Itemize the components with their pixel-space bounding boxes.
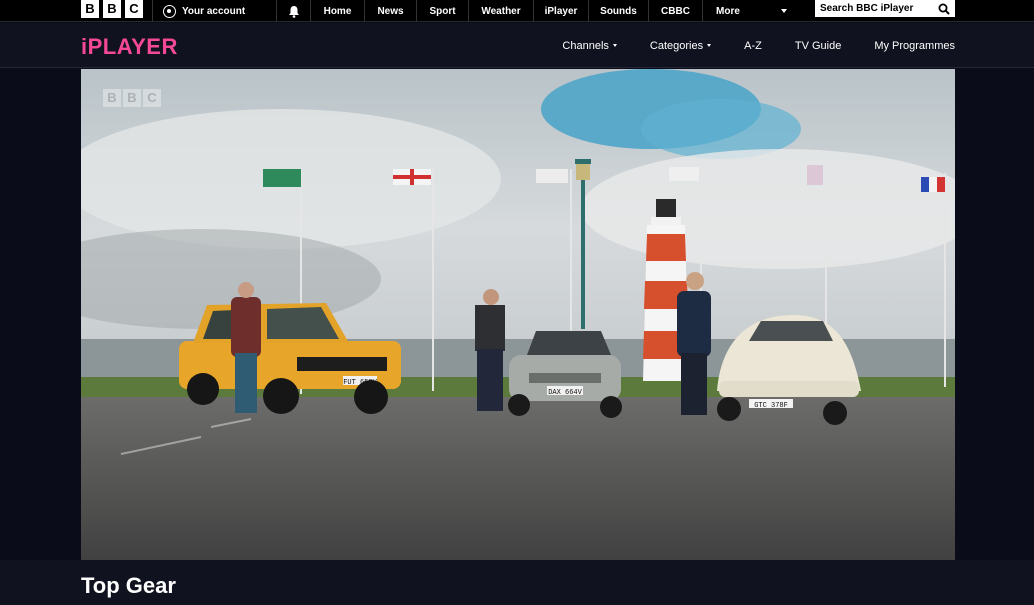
watermark-letter: B — [123, 89, 141, 107]
account-label: Your account — [182, 5, 246, 17]
categories-label: Categories — [649, 39, 704, 52]
my-programmes-label: My Programmes — [874, 39, 955, 52]
categories-menu[interactable]: Categories — [649, 39, 712, 52]
bbc-watermark: B B C — [103, 89, 161, 107]
account-icon — [163, 4, 176, 18]
more-label: More — [716, 5, 740, 17]
programme-title: Top Gear — [81, 573, 176, 598]
nav-item-sport[interactable]: Sport — [416, 0, 468, 22]
nav-item-sounds[interactable]: Sounds — [588, 0, 648, 22]
my-programmes-link[interactable]: My Programmes — [874, 40, 955, 52]
nav-item-home[interactable]: Home — [310, 0, 364, 22]
a-z-link[interactable]: A-Z — [744, 40, 762, 52]
channels-label: Channels — [562, 39, 609, 52]
caret-down-icon — [612, 44, 617, 47]
bbc-logo-letter: B — [81, 0, 99, 18]
tv-guide-label: TV Guide — [794, 39, 842, 52]
watermark-letter: C — [143, 89, 161, 107]
white-car-plate: GTC 378F — [754, 402, 788, 410]
iplayer-menu: Channels Categories A-Z TV Guide My Prog… — [529, 23, 955, 68]
nav-item-weather[interactable]: Weather — [468, 0, 533, 22]
bbc-logo-letter: B — [103, 0, 121, 18]
caret-down-icon — [781, 9, 787, 13]
search-icon[interactable] — [938, 3, 950, 15]
nav-item-news[interactable]: News — [364, 0, 416, 22]
tv-guide-link[interactable]: TV Guide — [795, 40, 841, 52]
video-player[interactable]: FUT 658V DAX 664V GTC 378F B B C — [81, 69, 955, 560]
bbc-main-nav: Home News Sport Weather iPlayer Sounds CBBC Mor… — [310, 0, 801, 22]
a-z-label: A-Z — [744, 39, 762, 52]
caret-down-icon — [707, 44, 712, 47]
more-menu[interactable]: More — [702, 0, 801, 22]
bbc-logo-letter: C — [125, 0, 143, 18]
notifications-button[interactable] — [276, 0, 310, 22]
bbc-top-bar: B B C Your account Home News Sport Weather i… — [0, 0, 1034, 22]
bbc-logo[interactable]: B B C — [81, 0, 143, 18]
search-box[interactable] — [815, 0, 955, 17]
watermark-letter: B — [103, 89, 121, 107]
your-account-link[interactable]: Your account — [152, 0, 276, 22]
search-input[interactable] — [820, 3, 930, 14]
iplayer-header: iPLAYER Channels Categories A-Z TV Guide… — [0, 23, 1034, 68]
nav-item-iplayer[interactable]: iPlayer — [533, 0, 588, 22]
grey-car-plate: DAX 664V — [548, 389, 582, 397]
bell-icon — [288, 5, 299, 18]
iplayer-logo[interactable]: iPLAYER — [81, 34, 178, 60]
nav-item-cbbc[interactable]: CBBC — [648, 0, 702, 22]
channels-menu[interactable]: Channels — [562, 39, 617, 52]
video-frame: FUT 658V DAX 664V GTC 378F — [81, 69, 955, 560]
